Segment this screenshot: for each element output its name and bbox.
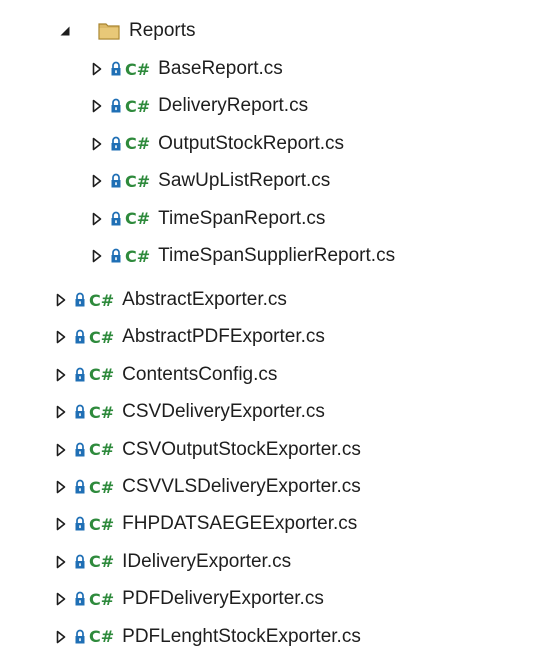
file-label: CSVOutputStockExporter.cs xyxy=(122,438,361,460)
csharp-file-icon: C# xyxy=(125,209,151,229)
csharp-file-icon: C# xyxy=(89,552,115,572)
file-label: OutputStockReport.cs xyxy=(158,132,345,154)
lock-icon xyxy=(74,516,86,532)
folder-label: Reports xyxy=(129,20,196,41)
lock-icon xyxy=(74,442,86,458)
csharp-file-icon: C# xyxy=(89,327,115,347)
file-label: AbstractPDFExporter.cs xyxy=(122,326,325,348)
lock-icon xyxy=(74,554,86,570)
lock-icon xyxy=(74,367,86,383)
csharp-file-icon: C# xyxy=(89,290,115,310)
file-label: PDFLenghtStockExporter.cs xyxy=(122,625,361,646)
collapsed-triangle-icon[interactable] xyxy=(54,590,68,608)
collapsed-triangle-icon[interactable] xyxy=(90,247,104,265)
file-label: PDFDeliveryExporter.cs xyxy=(122,588,324,610)
csharp-file-icon: C# xyxy=(89,514,115,534)
tree-file-item[interactable]: C# AbstractExporter.cs xyxy=(54,283,287,317)
file-label: IDeliveryExporter.cs xyxy=(122,550,292,572)
file-label: DeliveryReport.cs xyxy=(158,95,309,117)
tree-file-item[interactable]: C# FHPDATSAEGEExporter.cs xyxy=(54,507,357,541)
file-label: SawUpListReport.cs xyxy=(158,170,331,192)
file-label: TimeSpanSupplierReport.cs xyxy=(158,245,396,266)
collapsed-triangle-icon[interactable] xyxy=(90,172,104,190)
csharp-file-icon: C# xyxy=(89,365,115,385)
csharp-file-icon: C# xyxy=(125,246,151,266)
csharp-file-icon: C# xyxy=(89,402,115,422)
tree-folder-reports[interactable]: Reports xyxy=(58,14,196,48)
tree-file-item[interactable]: C# IDeliveryExporter.cs xyxy=(54,545,291,579)
tree-file-item[interactable]: C# TimeSpanReport.cs xyxy=(90,202,325,236)
collapsed-triangle-icon[interactable] xyxy=(90,210,104,228)
lock-icon xyxy=(110,248,122,264)
lock-icon xyxy=(110,211,122,227)
lock-icon xyxy=(110,173,122,189)
csharp-file-icon: C# xyxy=(125,134,151,154)
tree-file-item[interactable]: C# CSVVLSDeliveryExporter.cs xyxy=(54,470,361,504)
file-label: FHPDATSAEGEExporter.cs xyxy=(122,513,358,535)
collapsed-triangle-icon[interactable] xyxy=(54,291,68,309)
collapsed-triangle-icon[interactable] xyxy=(54,628,68,646)
tree-file-item[interactable]: C# TimeSpanSupplierReport.cs xyxy=(90,239,395,273)
tree-file-item[interactable]: C# DeliveryReport.cs xyxy=(90,89,308,123)
tree-file-item[interactable]: C# PDFLenghtStockExporter.cs xyxy=(54,620,361,646)
file-label: ContentsConfig.cs xyxy=(122,363,278,385)
csharp-file-icon: C# xyxy=(125,96,151,116)
lock-icon xyxy=(74,629,86,645)
csharp-file-icon: C# xyxy=(89,477,115,497)
tree-file-item[interactable]: C# OutputStockReport.cs xyxy=(90,127,344,161)
file-label: TimeSpanReport.cs xyxy=(158,207,326,229)
tree-file-item[interactable]: C# PDFDeliveryExporter.cs xyxy=(54,582,324,616)
collapsed-triangle-icon[interactable] xyxy=(54,478,68,496)
lock-icon xyxy=(74,479,86,495)
expanded-triangle-icon[interactable] xyxy=(58,22,72,40)
solution-explorer-tree: Reports C# BaseReport.cs C# DeliveryRepo… xyxy=(0,0,547,646)
lock-icon xyxy=(74,404,86,420)
tree-file-item[interactable]: C# CSVDeliveryExporter.cs xyxy=(54,395,325,429)
tree-file-item[interactable]: C# BaseReport.cs xyxy=(90,52,283,86)
csharp-file-icon: C# xyxy=(89,440,115,460)
tree-file-item[interactable]: C# AbstractPDFExporter.cs xyxy=(54,320,325,354)
lock-icon xyxy=(110,61,122,77)
file-label: CSVDeliveryExporter.cs xyxy=(122,401,325,423)
file-label: BaseReport.cs xyxy=(158,58,283,79)
lock-icon xyxy=(74,292,86,308)
tree-file-item[interactable]: C# CSVOutputStockExporter.cs xyxy=(54,433,361,467)
lock-icon xyxy=(74,329,86,345)
collapsed-triangle-icon[interactable] xyxy=(90,135,104,153)
file-label: CSVVLSDeliveryExporter.cs xyxy=(122,476,361,497)
folder-icon xyxy=(98,22,120,40)
tree-file-item[interactable]: C# SawUpListReport.cs xyxy=(90,164,330,198)
collapsed-triangle-icon[interactable] xyxy=(54,403,68,421)
csharp-file-icon: C# xyxy=(125,171,151,191)
csharp-file-icon: C# xyxy=(89,627,115,646)
collapsed-triangle-icon[interactable] xyxy=(90,60,104,78)
collapsed-triangle-icon[interactable] xyxy=(54,328,68,346)
collapsed-triangle-icon[interactable] xyxy=(54,515,68,533)
tree-file-item[interactable]: C# ContentsConfig.cs xyxy=(54,358,277,392)
collapsed-triangle-icon[interactable] xyxy=(54,366,68,384)
collapsed-triangle-icon[interactable] xyxy=(90,97,104,115)
collapsed-triangle-icon[interactable] xyxy=(54,553,68,571)
collapsed-triangle-icon[interactable] xyxy=(54,441,68,459)
lock-icon xyxy=(110,98,122,114)
lock-icon xyxy=(74,591,86,607)
lock-icon xyxy=(110,136,122,152)
csharp-file-icon: C# xyxy=(125,59,151,79)
file-label: AbstractExporter.cs xyxy=(122,289,287,310)
csharp-file-icon: C# xyxy=(89,589,115,609)
